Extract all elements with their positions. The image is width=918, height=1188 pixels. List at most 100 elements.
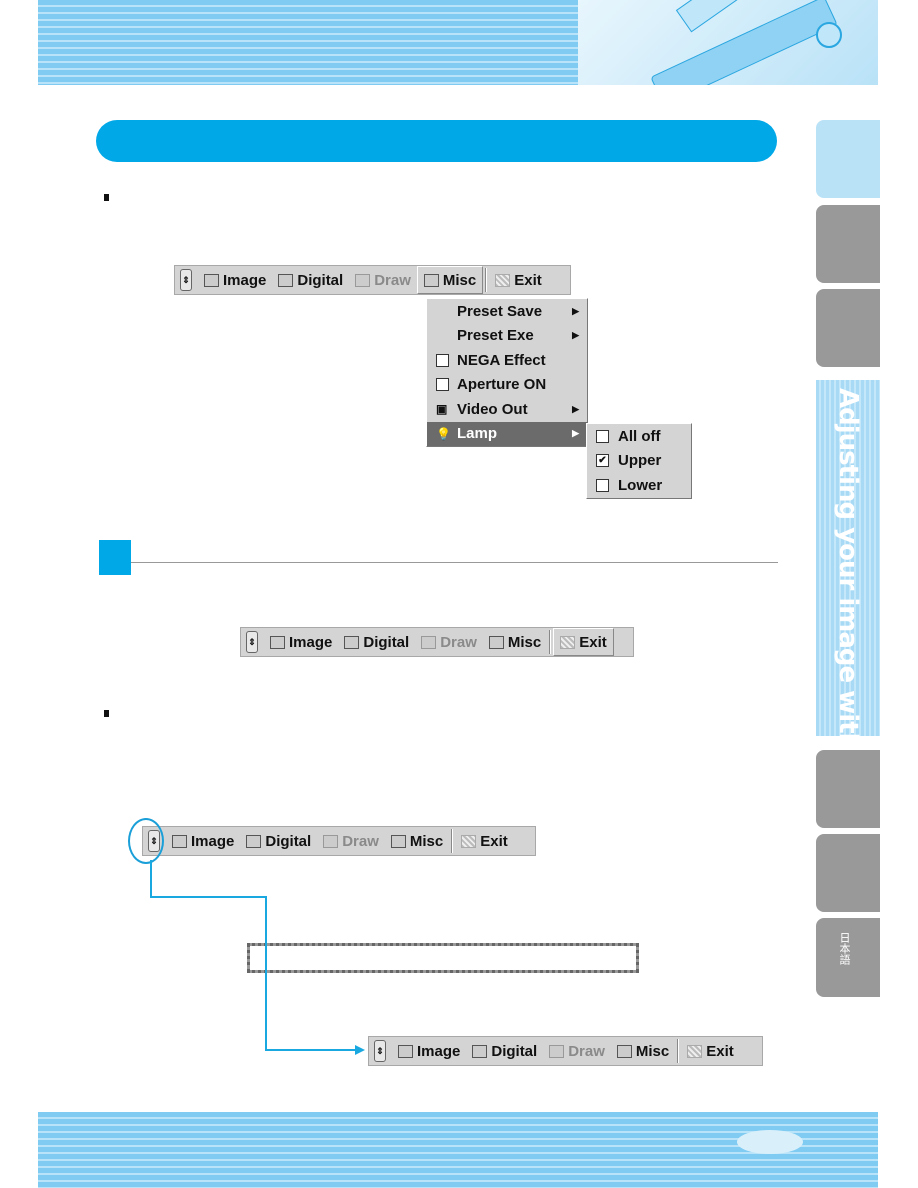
gui-toolbar: ⇕ Image Digital Draw Misc Exit: [240, 627, 634, 657]
toolbar-button-digital[interactable]: Digital: [272, 267, 349, 293]
toolbar-separator: [677, 1039, 680, 1063]
toolbar-grip-icon[interactable]: ⇕: [180, 269, 192, 291]
menu-item-preset-exe[interactable]: Preset Exe ▶: [427, 324, 587, 349]
toolbar-button-misc[interactable]: Misc: [385, 828, 449, 854]
toolbar-button-label: Image: [289, 633, 333, 651]
chevron-right-icon: ▶: [572, 428, 579, 439]
checkbox[interactable]: ✔: [596, 454, 609, 468]
menu-item-label: All off: [618, 427, 661, 445]
arrow-head-icon: [355, 1045, 365, 1055]
toolbar-button-label: Misc: [442, 271, 477, 289]
toolbar-button-image[interactable]: Image: [392, 1038, 466, 1064]
menu-item-label: Video Out: [457, 400, 528, 418]
exit-icon: [461, 834, 477, 848]
document-camera-illustration: [578, 0, 878, 85]
checkbox[interactable]: [436, 378, 449, 392]
toolbar-button-exit[interactable]: Exit: [553, 628, 614, 656]
toolbar-separator: [485, 268, 488, 292]
lamp-option-upper[interactable]: ✔ Upper: [587, 449, 691, 474]
toolbar-button-label: Misc: [507, 633, 542, 651]
toolbar-button-draw[interactable]: Draw: [543, 1038, 611, 1064]
menu-item-label: Lamp: [457, 425, 498, 443]
toolbar-button-label: Image: [223, 271, 267, 289]
toolbar-button-label: Digital: [363, 633, 410, 651]
menu-item-label: Lower: [618, 476, 663, 494]
misc-icon: [488, 635, 504, 649]
side-tab[interactable]: [816, 289, 880, 367]
header-stripes: [38, 0, 578, 85]
exit-icon: [495, 273, 511, 287]
draw-icon: [323, 834, 339, 848]
toolbar-button-digital[interactable]: Digital: [338, 629, 415, 655]
toolbar-button-label: Digital: [491, 1042, 538, 1060]
lamp-option-all-off[interactable]: All off: [587, 424, 691, 449]
section-title-bar: [96, 120, 777, 162]
toolbar-grip-icon[interactable]: ⇕: [246, 631, 258, 653]
digital-icon: [472, 1044, 488, 1058]
toolbar-button-label: Exit: [706, 1042, 734, 1060]
toolbar-button-exit[interactable]: Exit: [489, 267, 548, 293]
digital-icon: [278, 273, 294, 287]
toolbar-button-digital[interactable]: Digital: [466, 1038, 543, 1064]
toolbar-button-misc[interactable]: Misc: [483, 629, 547, 655]
image-icon: [204, 273, 219, 287]
digital-icon: [246, 834, 262, 848]
section-marker: [99, 540, 131, 575]
toolbar-button-label: Digital: [297, 271, 344, 289]
toolbar-button-draw[interactable]: Draw: [415, 629, 483, 655]
side-tab-japanese[interactable]: 日本語: [816, 918, 880, 997]
image-icon: [270, 635, 285, 649]
toolbar-button-label: Draw: [342, 832, 379, 850]
page-number-oval: [737, 1130, 803, 1154]
side-tab[interactable]: [816, 120, 880, 198]
side-tab-active[interactable]: Adjusting your image with GUI: [816, 380, 880, 807]
toolbar-grip-icon[interactable]: ⇕: [374, 1040, 386, 1062]
menu-item-label: Preset Save: [457, 302, 543, 320]
video-out-icon: ▣: [436, 402, 448, 417]
gui-toolbar: ⇕ Image Digital Draw Misc Exit: [174, 265, 571, 295]
toolbar-button-exit[interactable]: Exit: [455, 828, 514, 854]
gui-toolbar: ⇕ Image Digital Draw Misc Exit: [368, 1036, 763, 1066]
lamp-option-lower[interactable]: Lower: [587, 473, 691, 498]
checkbox[interactable]: [596, 429, 609, 443]
menu-item-nega-effect[interactable]: NEGA Effect: [427, 348, 587, 373]
toolbar-button-misc[interactable]: Misc: [611, 1038, 675, 1064]
toolbar-button-draw[interactable]: Draw: [349, 267, 417, 293]
side-tab[interactable]: [816, 750, 880, 828]
section-divider: [131, 562, 778, 563]
grip-callout-circle: [128, 818, 164, 864]
toolbar-button-label: Exit: [514, 271, 542, 289]
menu-item-aperture-on[interactable]: Aperture ON: [427, 373, 587, 398]
side-tab[interactable]: [816, 834, 880, 912]
connector-line: [150, 860, 152, 898]
exit-icon: [560, 635, 576, 649]
menu-item-video-out[interactable]: ▣ Video Out ▶: [427, 397, 587, 422]
toolbar-button-label: Image: [417, 1042, 461, 1060]
connector-line: [265, 1049, 357, 1051]
checkbox[interactable]: [436, 353, 449, 367]
toolbar-button-digital[interactable]: Digital: [240, 828, 317, 854]
bullet: [104, 194, 109, 201]
connector-line: [265, 896, 267, 1051]
draw-icon: [421, 635, 437, 649]
toolbar-button-misc[interactable]: Misc: [416, 266, 484, 294]
toolbar-button-exit[interactable]: Exit: [681, 1038, 740, 1064]
manual-page: ⇕ Image Digital Draw Misc Exit Preset Save ▶ Pr…: [0, 0, 918, 1188]
lamp-submenu: All off ✔ Upper Lower: [586, 423, 692, 499]
toolbar-button-draw[interactable]: Draw: [317, 828, 385, 854]
toolbar-button-label: Draw: [440, 633, 477, 651]
menu-item-lamp[interactable]: 💡 Lamp ▶: [427, 421, 587, 446]
toolbar-separator: [549, 630, 552, 654]
menu-item-preset-save[interactable]: Preset Save ▶: [427, 299, 587, 324]
checkbox[interactable]: [596, 478, 609, 492]
menu-item-label: Aperture ON: [457, 376, 547, 394]
chevron-right-icon: ▶: [572, 403, 579, 414]
toolbar-button-image[interactable]: Image: [198, 267, 272, 293]
toolbar-button-image[interactable]: Image: [264, 629, 338, 655]
toolbar-button-label: Exit: [579, 633, 607, 651]
menu-item-label: NEGA Effect: [457, 351, 546, 369]
draw-icon: [355, 273, 371, 287]
toolbar-button-image[interactable]: Image: [166, 828, 240, 854]
side-tab[interactable]: [816, 205, 880, 283]
side-tab-label: Adjusting your image with GUI: [833, 388, 863, 808]
